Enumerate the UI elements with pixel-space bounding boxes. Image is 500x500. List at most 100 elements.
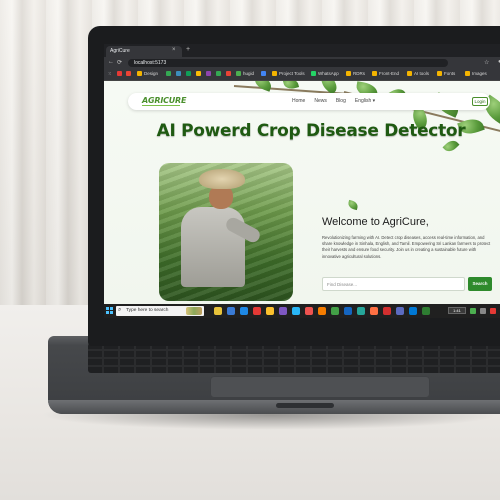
laptop-trackpad	[210, 376, 430, 398]
taskbar-app-icon[interactable]	[383, 307, 391, 315]
taskbar-app-icon[interactable]	[240, 307, 248, 315]
bookmark-6[interactable]: AI tools	[407, 71, 430, 77]
photo-scene: AgriCure × + ← ⟳ localhost:5173 ☆ ● ⁙ De…	[0, 0, 500, 500]
taskbar-app-icon[interactable]	[318, 307, 326, 315]
laptop-base-front	[48, 400, 500, 414]
taskbar-app-icon[interactable]	[331, 307, 339, 315]
taskbar-app-icon[interactable]	[227, 307, 235, 315]
farmer-hat	[199, 169, 245, 189]
bookmark-icon-2[interactable]	[176, 71, 183, 77]
bookmark-label: hugid	[243, 71, 255, 76]
bookmark-5[interactable]: Front-End	[372, 71, 400, 77]
bookmark-icon-4[interactable]	[196, 71, 203, 77]
bookmark-label: Design	[144, 71, 159, 76]
nav-blog[interactable]: Blog	[336, 98, 346, 104]
bookmark-icon-1[interactable]	[166, 71, 173, 77]
bookmark-label: Images	[472, 71, 487, 76]
whatsapp-icon	[311, 71, 316, 77]
folder-icon	[437, 71, 442, 77]
hero-title: AI Powerd Crop Disease Detector	[156, 121, 466, 141]
bookmark-label: Fonts	[444, 71, 456, 76]
agricure-page: AGRICURE Home News Blog English ▾ Login …	[104, 81, 500, 304]
bookmark-0[interactable]: Design	[137, 71, 159, 77]
tray-icon[interactable]	[470, 308, 476, 314]
login-button[interactable]: Login	[472, 97, 488, 106]
taskbar-app-icon[interactable]	[214, 307, 222, 315]
tray-icon[interactable]	[490, 308, 496, 314]
site-logo[interactable]: AGRICURE	[142, 96, 186, 105]
bookmark-7[interactable]: Fonts	[437, 71, 456, 77]
bookmark-icon-5[interactable]	[206, 71, 213, 77]
taskbar-app-icon[interactable]	[266, 307, 274, 315]
nav-links: Home News Blog English ▾	[292, 98, 375, 104]
taskbar-app-icon[interactable]	[344, 307, 352, 315]
farmer-photo	[159, 163, 293, 301]
windows-start-icon[interactable]	[106, 307, 113, 314]
bookmarks-bar: ⁙ Design hugid Project Tools WhatsApp RD…	[104, 69, 500, 81]
keyboard-rows	[88, 343, 500, 373]
search-button[interactable]: Search	[468, 277, 492, 291]
bookmark-label: WhatsApp	[318, 71, 339, 76]
bookmark-icon-gmail[interactable]	[126, 71, 133, 77]
disease-search-input[interactable]: Find Disease...	[322, 277, 465, 291]
bookmark-label: RDRs	[353, 71, 365, 76]
tab-close-icon[interactable]: ×	[172, 47, 176, 53]
taskbar-app-icon[interactable]	[422, 307, 430, 315]
folder-icon	[407, 71, 412, 77]
bookmark-icon-3[interactable]	[186, 71, 193, 77]
tray-icon[interactable]	[480, 308, 486, 314]
bookmark-8[interactable]: Images	[465, 71, 487, 77]
taskbar-app-icon[interactable]	[292, 307, 300, 315]
taskbar-app-icon[interactable]	[409, 307, 417, 315]
decor-leaf	[347, 199, 359, 211]
back-icon[interactable]: ←	[108, 59, 114, 65]
star-icon[interactable]: ☆	[484, 59, 489, 66]
taskbar-search-box[interactable]: ⌕ Type here to search	[116, 306, 204, 316]
language-select[interactable]: English ▾	[355, 98, 375, 104]
taskbar-clock[interactable]: 1:41	[448, 307, 466, 314]
welcome-description: Revolutionizing farming with AI. Detect …	[322, 235, 491, 259]
nav-news[interactable]: News	[314, 98, 327, 104]
bookmark-label: Project Tools	[279, 71, 305, 76]
taskbar-app-icon[interactable]	[396, 307, 404, 315]
folder-icon	[346, 71, 351, 77]
bookmark-2[interactable]: Project Tools	[272, 71, 305, 77]
address-bar-row: ← ⟳ localhost:5173 ☆ ●	[104, 57, 500, 69]
taskbar-search-text: Type here to search	[126, 308, 169, 313]
folder-icon	[137, 71, 142, 77]
taskbar-app-icon[interactable]	[357, 307, 365, 315]
windows-taskbar: ⌕ Type here to search 1:41	[104, 304, 500, 318]
taskbar-app-icon[interactable]	[305, 307, 313, 315]
search-icon: ⌕	[118, 307, 122, 313]
bookmark-3[interactable]: WhatsApp	[311, 71, 339, 77]
laptop-notch	[276, 403, 334, 408]
bookmark-icon-youtube[interactable]	[117, 71, 124, 77]
folder-icon	[272, 71, 277, 77]
site-navbar: AGRICURE Home News Blog English ▾ Login	[128, 93, 490, 110]
welcome-heading: Welcome to AgriCure,	[322, 216, 429, 228]
bookmark-icon-7[interactable]	[226, 71, 233, 77]
taskbar-app-icon[interactable]	[279, 307, 287, 315]
url-text: localhost:5173	[134, 60, 167, 66]
browser-tab[interactable]: AgriCure ×	[106, 46, 182, 57]
logo-underline	[142, 105, 180, 106]
nav-home[interactable]: Home	[292, 98, 305, 104]
bookmark-label: Front-End	[379, 71, 400, 76]
taskbar-app-icon[interactable]	[370, 307, 378, 315]
folder-icon	[465, 71, 470, 77]
reload-icon[interactable]: ⟳	[117, 59, 122, 66]
browser-tab-strip: AgriCure × +	[104, 44, 500, 57]
apps-icon[interactable]: ⁙	[108, 71, 112, 77]
tab-title: AgriCure	[110, 48, 130, 54]
bookmark-label: AI tools	[414, 71, 430, 76]
bookmark-4[interactable]: RDRs	[346, 71, 365, 77]
bookmark-icon-6[interactable]	[216, 71, 223, 77]
url-field[interactable]: localhost:5173	[128, 59, 448, 67]
folder-icon	[372, 71, 377, 77]
laptop-screen: AgriCure × + ← ⟳ localhost:5173 ☆ ● ⁙ De…	[104, 44, 500, 318]
bookmark-1[interactable]: hugid	[236, 71, 255, 77]
new-tab-icon[interactable]: +	[186, 46, 190, 53]
search-placeholder: Find Disease...	[327, 282, 358, 287]
taskbar-app-icon[interactable]	[253, 307, 261, 315]
bookmark-icon-8[interactable]	[261, 71, 268, 77]
